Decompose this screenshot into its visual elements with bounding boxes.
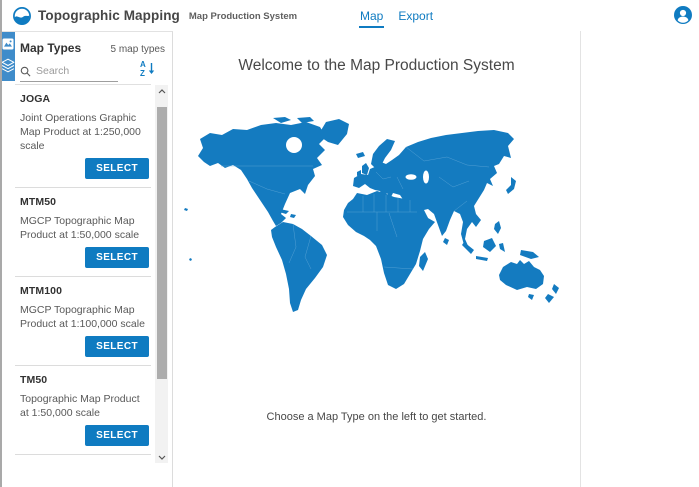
chevron-down-icon[interactable]	[155, 451, 168, 463]
tab-map[interactable]: Map	[359, 3, 384, 29]
right-empty-area	[581, 31, 699, 487]
map-type-item: MTM50 MGCP Topographic Map Product at 1:…	[15, 188, 151, 277]
app-subtitle: Map Production System	[189, 11, 297, 22]
instruction-text: Choose a Map Type on the left to get sta…	[173, 411, 580, 423]
user-avatar-icon[interactable]	[674, 6, 692, 24]
sidebar-header: Map Types 5 map types	[20, 41, 165, 55]
welcome-panel: Welcome to the Map Production System	[173, 31, 581, 487]
topographic-mapping-logo-icon	[13, 7, 31, 25]
app-header: Topographic Mapping Map Production Syste…	[0, 0, 699, 31]
tab-export[interactable]: Export	[397, 3, 434, 29]
map-type-select-button[interactable]: SELECT	[85, 158, 149, 179]
layers-icon[interactable]	[0, 57, 15, 74]
sidebar-action-rail	[0, 32, 15, 81]
map-type-item: TM100 SELECT	[15, 455, 151, 462]
map-type-description: Joint Operations Graphic Map Product at …	[20, 111, 146, 153]
world-map	[177, 117, 577, 317]
svg-text:A: A	[140, 60, 146, 69]
map-icon[interactable]	[0, 35, 15, 52]
map-type-name: TM50	[20, 374, 149, 386]
panel-title: Map Types	[20, 41, 81, 55]
scrollbar-thumb[interactable]	[157, 107, 167, 379]
map-type-item: TM50 Topographic Map Product at 1:50,000…	[15, 366, 151, 455]
map-type-description: MGCP Topographic Map Product at 1:50,000…	[20, 214, 146, 242]
map-types-count: 5 map types	[111, 44, 165, 55]
search-input[interactable]	[36, 65, 110, 77]
window-edge	[0, 0, 2, 487]
chevron-up-icon[interactable]	[155, 85, 168, 97]
map-type-name: JOGA	[20, 93, 149, 105]
map-type-description: MGCP Topographic Map Product at 1:100,00…	[20, 303, 146, 331]
map-type-name: MTM50	[20, 196, 149, 208]
map-type-select-button[interactable]: SELECT	[85, 247, 149, 268]
map-types-sidebar: Map Types 5 map types A Z JOGA Joint Ope…	[0, 31, 173, 487]
app-title: Topographic Mapping	[38, 8, 180, 23]
map-type-list: JOGA Joint Operations Graphic Map Produc…	[15, 84, 151, 462]
main-area: Welcome to the Map Production System	[173, 31, 699, 487]
map-type-description: Topographic Map Product at 1:50,000 scal…	[20, 392, 146, 420]
sidebar-scrollbar[interactable]	[155, 85, 168, 463]
header-tabs: Map Export	[359, 0, 434, 31]
sort-a-z-icon[interactable]: A Z	[139, 59, 156, 79]
map-type-select-button[interactable]: SELECT	[85, 425, 149, 446]
map-type-item: MTM100 MGCP Topographic Map Product at 1…	[15, 277, 151, 366]
map-type-item: JOGA Joint Operations Graphic Map Produc…	[15, 85, 151, 188]
svg-text:Z: Z	[140, 69, 145, 78]
map-type-name: MTM100	[20, 285, 149, 297]
map-type-select-button[interactable]: SELECT	[85, 336, 149, 357]
welcome-title: Welcome to the Map Production System	[173, 57, 580, 75]
search-box	[20, 61, 118, 82]
search-icon	[20, 66, 31, 77]
